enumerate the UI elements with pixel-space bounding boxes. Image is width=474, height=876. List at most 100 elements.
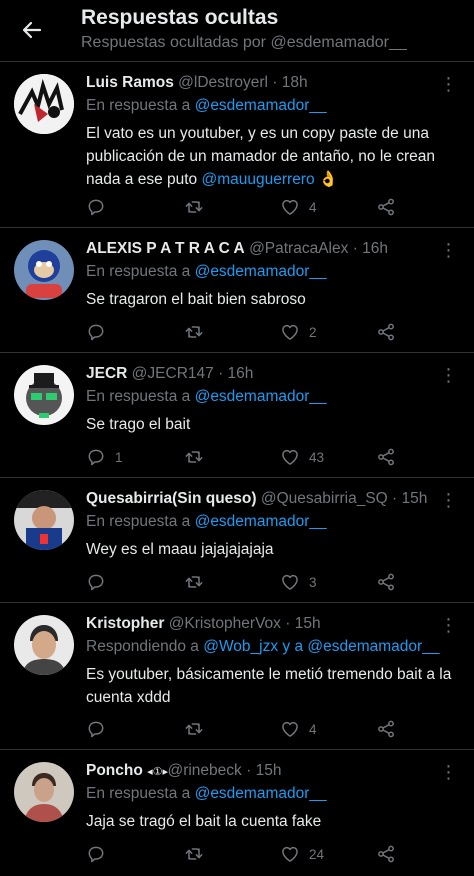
tweet-card[interactable]: Quesabirria(Sin queso) @Quesabirria_SQ ·… — [0, 478, 474, 603]
reply-count: 1 — [115, 449, 123, 465]
reply-button[interactable] — [86, 843, 115, 865]
reply-target-link[interactable]: @esdemamador__ — [195, 785, 327, 802]
tweet-text: El vato es un youtuber, y es un copy pas… — [86, 122, 460, 191]
more-options-icon[interactable]: ⋮ — [438, 74, 458, 94]
share-button[interactable] — [376, 321, 396, 343]
heart-icon — [280, 572, 300, 592]
more-options-icon[interactable]: ⋮ — [438, 762, 458, 782]
user-handle[interactable]: @Quesabirria_SQ — [261, 490, 388, 507]
timestamp[interactable]: 16h — [228, 365, 254, 382]
reply-button[interactable] — [86, 321, 115, 343]
more-options-icon[interactable]: ⋮ — [438, 490, 458, 510]
like-button[interactable]: 43 — [280, 446, 324, 468]
reply-target-link[interactable]: @esdemamador__ — [195, 388, 327, 405]
share-icon — [376, 844, 396, 864]
share-button[interactable] — [376, 718, 396, 740]
reply-icon — [86, 719, 106, 739]
like-count: 4 — [309, 199, 317, 215]
user-handle[interactable]: @JECR147 — [132, 365, 214, 382]
reply-icon — [86, 844, 106, 864]
reply-target-link[interactable]: @Wob_jzx y a @esdemamador__ — [203, 638, 439, 655]
reply-button[interactable] — [86, 196, 115, 218]
retweet-icon — [184, 197, 204, 217]
reply-button[interactable] — [86, 571, 115, 593]
tweet-card[interactable]: JECR @JECR147 · 16h ⋮ En respuesta a @es… — [0, 353, 474, 478]
heart-icon — [280, 447, 300, 467]
tweet-header: Quesabirria(Sin queso) @Quesabirria_SQ ·… — [86, 490, 434, 508]
avatar[interactable] — [14, 762, 74, 822]
timestamp[interactable]: 15h — [256, 762, 282, 779]
timestamp[interactable]: 16h — [362, 240, 388, 257]
timestamp[interactable]: 15h — [402, 490, 428, 507]
avatar[interactable] — [14, 74, 74, 134]
mention-link[interactable]: @mauuguerrero — [202, 171, 315, 188]
display-name[interactable]: Quesabirria(Sin queso) — [86, 490, 257, 507]
retweet-button[interactable] — [184, 446, 213, 468]
share-icon — [376, 447, 396, 467]
retweet-button[interactable] — [184, 571, 213, 593]
reply-context: En respuesta a @esdemamador__ — [86, 97, 327, 115]
more-options-icon[interactable]: ⋮ — [438, 365, 458, 385]
retweet-button[interactable] — [184, 196, 213, 218]
tweet-text: Se tragaron el bait bien sabroso — [86, 291, 306, 308]
retweet-button[interactable] — [184, 843, 213, 865]
tweet-text: Se trago el bait — [86, 416, 191, 433]
user-handle[interactable]: @PatracaAlex — [249, 240, 348, 257]
user-handle[interactable]: @rinebeck — [167, 762, 241, 779]
retweet-icon — [184, 572, 204, 592]
avatar[interactable] — [14, 615, 74, 675]
timestamp[interactable]: 15h — [295, 615, 321, 632]
tweet-actions: 3 — [86, 571, 398, 593]
user-handle[interactable]: @KristopherVox — [169, 615, 281, 632]
reply-prefix: En respuesta a — [86, 97, 191, 114]
more-options-icon[interactable]: ⋮ — [438, 240, 458, 260]
display-name[interactable]: ALEXIS P A T R A C A — [86, 240, 245, 257]
separator-dot: · — [392, 490, 398, 507]
like-button[interactable]: 4 — [280, 718, 317, 740]
reply-target-link[interactable]: @esdemamador__ — [195, 513, 327, 530]
reply-prefix: En respuesta a — [86, 785, 191, 802]
display-name[interactable]: JECR — [86, 365, 127, 382]
share-icon — [376, 197, 396, 217]
page-subtitle: Respuestas ocultadas por @esdemamador__ — [81, 34, 407, 51]
share-button[interactable] — [376, 571, 396, 593]
retweet-button[interactable] — [184, 718, 213, 740]
reply-button[interactable]: 1 — [86, 446, 123, 468]
tweet-card[interactable]: Poncho ◂①▸ @rinebeck · 15h ⋮ En respuest… — [0, 750, 474, 876]
display-name[interactable]: Luis Ramos — [86, 74, 174, 91]
reply-button[interactable] — [86, 718, 115, 740]
like-count: 2 — [309, 324, 317, 340]
like-button[interactable]: 3 — [280, 571, 317, 593]
reply-target-link[interactable]: @esdemamador__ — [195, 263, 327, 280]
retweet-button[interactable] — [184, 321, 213, 343]
reply-target-link[interactable]: @esdemamador__ — [195, 97, 327, 114]
avatar[interactable] — [14, 490, 74, 550]
user-handle[interactable]: @lDestroyerl — [178, 74, 268, 91]
back-button[interactable] — [16, 16, 48, 44]
share-button[interactable] — [376, 843, 396, 865]
tweet-card[interactable]: Kristopher @KristopherVox · 15h ⋮ Respon… — [0, 603, 474, 750]
share-button[interactable] — [376, 196, 396, 218]
reply-prefix: En respuesta a — [86, 388, 191, 405]
tweet-card[interactable]: ALEXIS P A T R A C A @PatracaAlex · 16h … — [0, 228, 474, 353]
avatar[interactable] — [14, 240, 74, 300]
tweet-header: ALEXIS P A T R A C A @PatracaAlex · 16h — [86, 240, 434, 258]
avatar[interactable] — [14, 365, 74, 425]
reply-context: Respondiendo a @Wob_jzx y a @esdemamador… — [86, 638, 439, 656]
display-name[interactable]: Kristopher — [86, 615, 164, 632]
reply-icon — [86, 572, 106, 592]
tweet-card[interactable]: Luis Ramos @lDestroyerl · 18h ⋮ En respu… — [0, 62, 474, 228]
more-options-icon[interactable]: ⋮ — [438, 615, 458, 635]
reply-context: En respuesta a @esdemamador__ — [86, 263, 327, 281]
reply-context: En respuesta a @esdemamador__ — [86, 513, 327, 531]
reply-context: En respuesta a @esdemamador__ — [86, 388, 327, 406]
reply-icon — [86, 447, 106, 467]
like-button[interactable]: 4 — [280, 196, 317, 218]
timestamp[interactable]: 18h — [282, 74, 308, 91]
display-name[interactable]: Poncho — [86, 762, 143, 779]
like-button[interactable]: 24 — [280, 843, 324, 865]
arrow-left-icon — [22, 21, 42, 39]
share-button[interactable] — [376, 446, 396, 468]
heart-icon — [280, 719, 300, 739]
like-button[interactable]: 2 — [280, 321, 317, 343]
